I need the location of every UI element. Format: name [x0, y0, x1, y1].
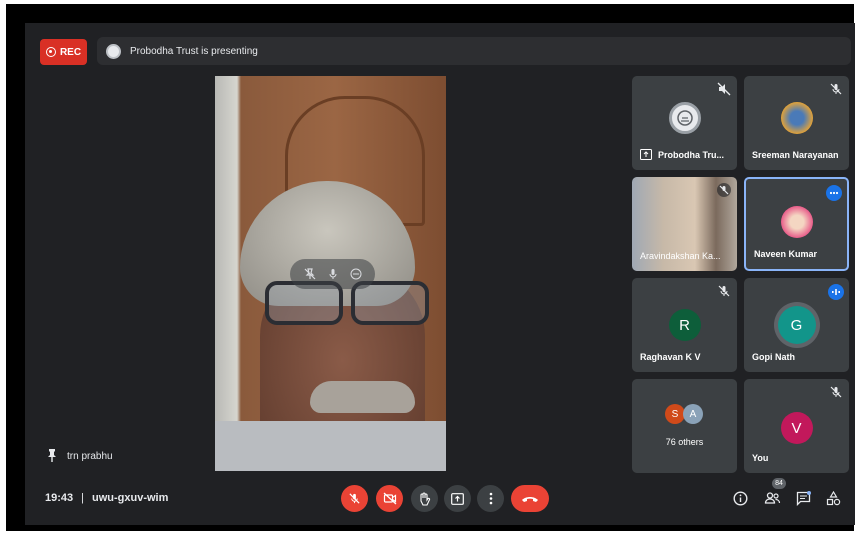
separator: | [81, 492, 84, 504]
participant-avatar: A [683, 404, 703, 424]
participant-tile-naveen[interactable]: Naveen Kumar [744, 177, 849, 271]
participant-name: Sreeman Narayanan [752, 150, 839, 160]
participant-tile-others[interactable]: S A 76 others [632, 379, 737, 473]
chat-button[interactable] [792, 487, 814, 509]
current-time: 19:43 [45, 492, 74, 504]
info-icon [732, 490, 748, 506]
recording-indicator[interactable]: REC [40, 39, 87, 65]
mic-off-icon [349, 493, 360, 504]
participant-tile-sreeman[interactable]: Sreeman Narayanan [744, 76, 849, 170]
speaker-muted-icon [717, 82, 731, 96]
participant-count-badge: 84 [772, 478, 786, 489]
meeting-info: 19:43 | uwu-gxuv-wim [45, 492, 168, 504]
participant-avatar: G [777, 306, 816, 344]
participant-tile-you[interactable]: V You [744, 379, 849, 473]
participant-mustache [310, 381, 415, 413]
participant-name: Gopi Nath [752, 352, 795, 362]
presentation-banner-text: Probodha Trust is presenting [130, 45, 258, 57]
presenter-avatar [106, 43, 121, 59]
mic-off-icon [829, 82, 843, 96]
meeting-details-button[interactable] [729, 487, 751, 509]
activities-icon [826, 490, 840, 505]
mic-off-icon [717, 183, 731, 197]
chat-icon [796, 490, 811, 506]
present-now-button[interactable] [444, 485, 471, 512]
avatar-initial: R [679, 316, 690, 334]
raise-hand-button[interactable] [411, 485, 438, 512]
participant-avatar: R [668, 309, 701, 341]
mic-toggle-button[interactable] [341, 485, 368, 512]
avatar-initial: G [790, 316, 803, 334]
unpin-icon[interactable] [303, 267, 317, 281]
participant-avatar: S [665, 404, 685, 424]
mic-off-icon [717, 284, 731, 298]
screen-share-icon [640, 149, 652, 160]
participant-avatar [780, 206, 813, 238]
hand-icon [420, 491, 431, 506]
participant-tile-probodha[interactable]: Probodha Tru... [632, 76, 737, 170]
camera-off-icon [383, 492, 396, 505]
main-video-feed[interactable] [215, 76, 446, 471]
participant-tile-gopi[interactable]: G Gopi Nath [744, 278, 849, 372]
participant-name: You [752, 453, 769, 463]
participant-tile-label: Probodha Tru... [640, 149, 724, 160]
mic-off-icon [829, 385, 843, 399]
pin-icon[interactable] [47, 448, 57, 465]
probodha-logo [668, 102, 701, 134]
more-options-icon[interactable] [826, 185, 842, 201]
remove-icon[interactable] [349, 267, 363, 281]
people-button[interactable] [761, 487, 783, 509]
participant-name: Naveen Kumar [754, 249, 818, 259]
participant-name: Aravindakshan Ka... [640, 251, 721, 261]
participant-shirt [215, 421, 446, 471]
others-avatar-stack: S A [665, 404, 703, 424]
camera-toggle-button[interactable] [376, 485, 403, 512]
recording-label: REC [59, 46, 82, 58]
participant-tile-raghavan[interactable]: R Raghavan K V [632, 278, 737, 372]
meet-window: REC Probodha Trust is presenting trn pra… [25, 23, 855, 525]
more-options-button[interactable] [477, 485, 504, 512]
present-icon [451, 492, 464, 505]
participant-avatar [780, 102, 813, 134]
participant-name: Raghavan K V [640, 352, 701, 362]
people-icon [764, 492, 780, 504]
meeting-code: uwu-gxuv-wim [92, 492, 169, 504]
participant-tile-aravindakshan[interactable]: Aravindakshan Ka... [632, 177, 737, 271]
record-icon [45, 47, 56, 57]
pinned-participant-name: trn prabhu [67, 451, 113, 462]
mic-icon[interactable] [326, 267, 340, 281]
others-count-label: 76 others [665, 437, 704, 447]
window-frame: REC Probodha Trust is presenting trn pra… [6, 4, 855, 531]
participant-name: Probodha Tru... [658, 149, 725, 160]
speaking-indicator-icon [828, 284, 844, 300]
avatar-initial: V [791, 419, 802, 437]
presentation-banner: Probodha Trust is presenting [97, 37, 851, 65]
tile-hover-controls[interactable] [290, 259, 375, 289]
more-vert-icon [489, 492, 492, 505]
leave-call-button[interactable] [511, 485, 549, 512]
hangup-icon [522, 496, 538, 502]
pinned-participant-label: trn prabhu [47, 448, 113, 465]
activities-button[interactable] [822, 487, 844, 509]
participant-avatar: V [780, 412, 813, 444]
